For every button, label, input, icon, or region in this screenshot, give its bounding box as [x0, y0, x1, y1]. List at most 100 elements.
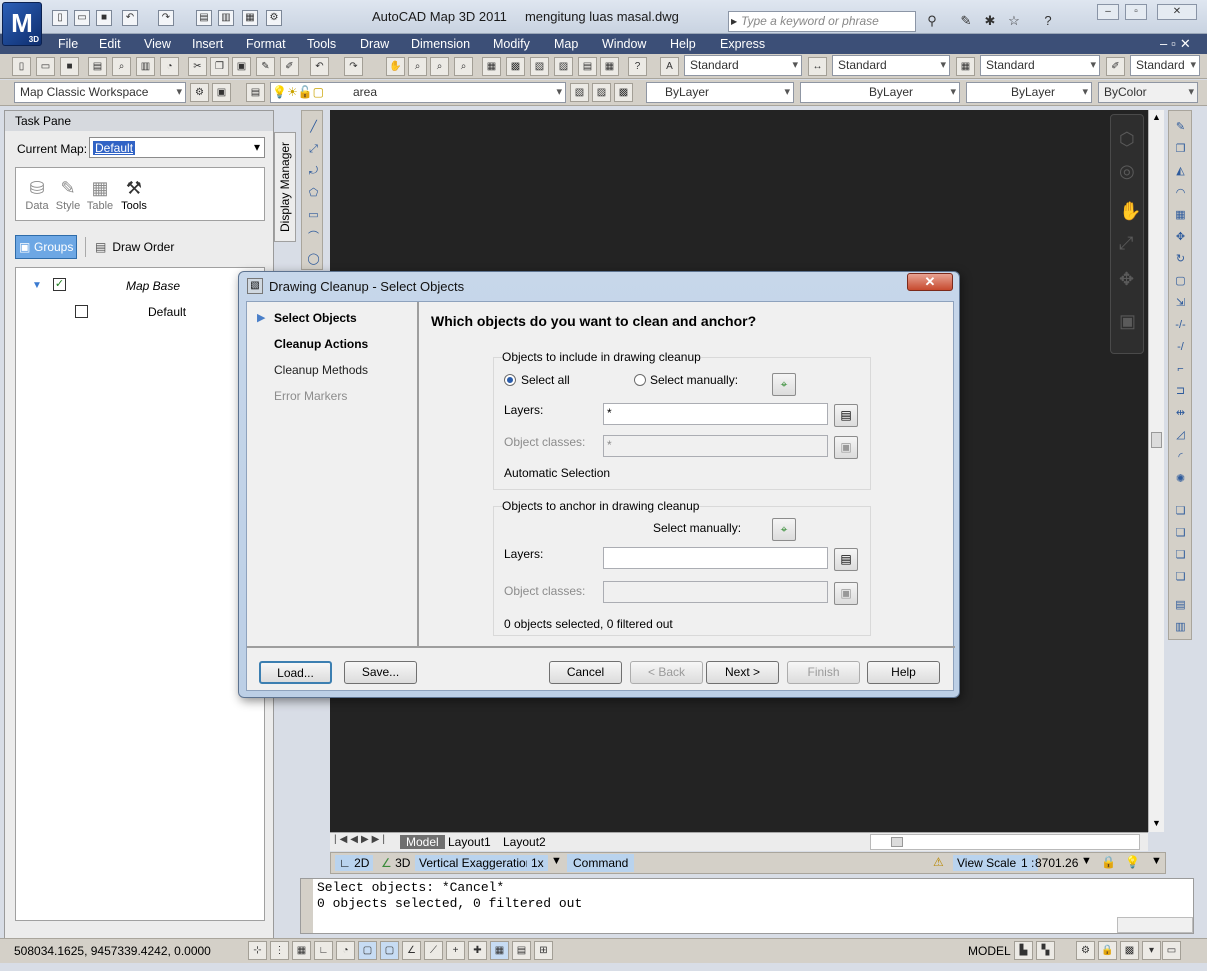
dynamic-ucs-icon[interactable]: ⟋ [424, 941, 443, 960]
trim-icon[interactable]: -/- [1172, 317, 1189, 334]
markup-icon[interactable]: ▤ [578, 57, 597, 76]
orbit-icon[interactable]: ✥ [1119, 269, 1134, 290]
scroll-thumb[interactable] [1151, 432, 1162, 448]
select-objects-pick-button[interactable]: ⌖ [772, 373, 796, 396]
explode-icon[interactable]: ✺ [1172, 471, 1189, 488]
step-cleanup-actions[interactable]: Cleanup Actions [274, 337, 368, 351]
draw-order-button[interactable]: ▤ Draw Order [95, 235, 174, 259]
menu-edit[interactable]: Edit [99, 37, 121, 51]
properties-palette-icon[interactable]: ▦ [482, 57, 501, 76]
3d-object-snap-icon[interactable]: ▢ [380, 941, 399, 960]
line-icon[interactable]: ╱ [305, 119, 322, 136]
next-button[interactable]: Next > [706, 661, 779, 684]
document-window-controls[interactable]: –▫✕ [1160, 36, 1195, 52]
polygon-icon[interactable]: ⬠ [305, 185, 322, 202]
menu-tools[interactable]: Tools [307, 37, 336, 51]
menu-dimension[interactable]: Dimension [411, 37, 470, 51]
select-manually-label[interactable]: Select manually: [650, 373, 738, 387]
command-horizontal-scrollbar[interactable] [1117, 917, 1193, 933]
text-to-front-icon[interactable]: ▤ [1172, 597, 1189, 614]
calculator-icon[interactable]: ▦ [600, 57, 619, 76]
table-style-select[interactable]: Standard [980, 55, 1100, 76]
workspace-icon[interactable]: ⚙ [266, 10, 282, 26]
select-manually-radio[interactable] [634, 374, 646, 386]
print-preview-icon[interactable]: ⌕ [112, 57, 131, 76]
zoom-extents-icon[interactable]: ⤢ [1119, 233, 1133, 254]
tools-button[interactable]: ⚒ Tools [116, 176, 152, 212]
erase-icon[interactable]: ✎ [1172, 119, 1189, 136]
task-pane-header[interactable]: Task Pane [5, 111, 273, 131]
include-layers-browse-button[interactable]: ▤ [834, 404, 858, 427]
workspace-switching-icon[interactable]: ⚙ [1076, 941, 1095, 960]
style-button[interactable]: ✎ Style [50, 176, 86, 212]
tab-layout1[interactable]: Layout1 [448, 835, 491, 849]
toolbar-lock-icon[interactable]: 🔒 [1098, 941, 1117, 960]
object-snap-tracking-icon[interactable]: ∠ [402, 941, 421, 960]
qnew-icon[interactable]: ▯ [12, 57, 31, 76]
menu-express[interactable]: Express [720, 37, 765, 51]
draworder-above-icon[interactable]: ❏ [1172, 547, 1189, 564]
quick-view-drawings-icon[interactable]: ▚ [1036, 941, 1055, 960]
current-map-select[interactable]: Default [89, 137, 265, 158]
chamfer-icon[interactable]: ◿ [1172, 427, 1189, 444]
break-at-point-icon[interactable]: ⇹ [1172, 405, 1189, 422]
text-style-icon[interactable]: A [660, 57, 679, 76]
copy-object-icon[interactable]: ❐ [1172, 141, 1189, 158]
menu-view[interactable]: View [144, 37, 171, 51]
select-all-radio[interactable] [504, 374, 516, 386]
layer-properties-icon[interactable]: ▤ [246, 83, 265, 102]
save-icon[interactable]: ■ [96, 10, 112, 26]
color-select[interactable]: ByLayer [646, 82, 794, 103]
anchor-pick-button[interactable]: ⌖ [772, 518, 796, 541]
scroll-up-icon[interactable]: ▲ [1152, 112, 1161, 122]
save-file-icon[interactable]: ■ [60, 57, 79, 76]
step-cleanup-methods[interactable]: Cleanup Methods [274, 363, 368, 377]
save-button[interactable]: Save... [344, 661, 417, 684]
snap-mode-icon[interactable]: ⋮ [270, 941, 289, 960]
pan-icon[interactable]: ✋ [386, 57, 405, 76]
break-icon[interactable]: ⌐ [1172, 361, 1189, 378]
undo-toolbar-icon[interactable]: ↶ [310, 57, 329, 76]
subscription-icon[interactable]: ✎ [956, 12, 976, 30]
zoom-realtime-icon[interactable]: ⌕ [408, 57, 427, 76]
communication-icon[interactable]: ✱ [980, 12, 1000, 30]
arc-icon[interactable]: ⌒ [305, 229, 322, 246]
hatch-to-back-icon[interactable]: ▥ [1172, 619, 1189, 636]
make-current-layer-icon[interactable]: ▧ [570, 83, 589, 102]
warning-icon[interactable]: ⚠ [933, 855, 944, 869]
open-file-icon[interactable]: ▭ [36, 57, 55, 76]
layer-previous-icon[interactable]: ▨ [592, 83, 611, 102]
view-scale-dropdown-icon[interactable]: ▼ [1081, 855, 1092, 867]
workspace-settings-icon[interactable]: ⚙ [190, 83, 209, 102]
include-layers-input[interactable]: * [603, 403, 828, 425]
mirror-icon[interactable]: ◭ [1172, 163, 1189, 180]
grid-display-icon[interactable]: ▦ [292, 941, 311, 960]
selection-cycling-icon[interactable]: ⊞ [534, 941, 553, 960]
join-icon[interactable]: ⊐ [1172, 383, 1189, 400]
workspace-save-icon[interactable]: ▣ [212, 83, 231, 102]
plot-icon[interactable]: ▤ [196, 10, 212, 26]
cancel-button[interactable]: Cancel [549, 661, 622, 684]
move-icon[interactable]: ✥ [1172, 229, 1189, 246]
map-base-checkbox[interactable]: ✓ [53, 278, 66, 291]
fillet-icon[interactable]: ◜ [1172, 449, 1189, 466]
menu-map[interactable]: Map [554, 37, 578, 51]
lightbulb-icon[interactable]: 💡 [1125, 855, 1140, 869]
mleader-style-icon[interactable]: ✐ [1106, 57, 1125, 76]
undo-icon[interactable]: ↶ [122, 10, 138, 26]
cursor-coordinates[interactable]: 508034.1625, 9457339.4242, 0.0000 [14, 944, 211, 958]
zoom-previous-icon[interactable]: ⌕ [454, 57, 473, 76]
menu-draw[interactable]: Draw [360, 37, 389, 51]
block-editor-icon[interactable]: ✐ [280, 57, 299, 76]
horizontal-scrollbar[interactable] [870, 834, 1140, 850]
select-all-label[interactable]: Select all [521, 373, 570, 387]
3d-dwf-icon[interactable]: ◔ [160, 57, 179, 76]
redo-toolbar-icon[interactable]: ↷ [344, 57, 363, 76]
rectangle-icon[interactable]: ▭ [305, 207, 322, 224]
paste-icon[interactable]: ▣ [232, 57, 251, 76]
help-toolbar-icon[interactable]: ? [628, 57, 647, 76]
extend-icon[interactable]: -/ [1172, 339, 1189, 356]
help-button[interactable]: Help [867, 661, 940, 684]
anchor-layers-input[interactable] [603, 547, 828, 569]
status-menu-icon[interactable]: ▼ [1151, 855, 1162, 867]
